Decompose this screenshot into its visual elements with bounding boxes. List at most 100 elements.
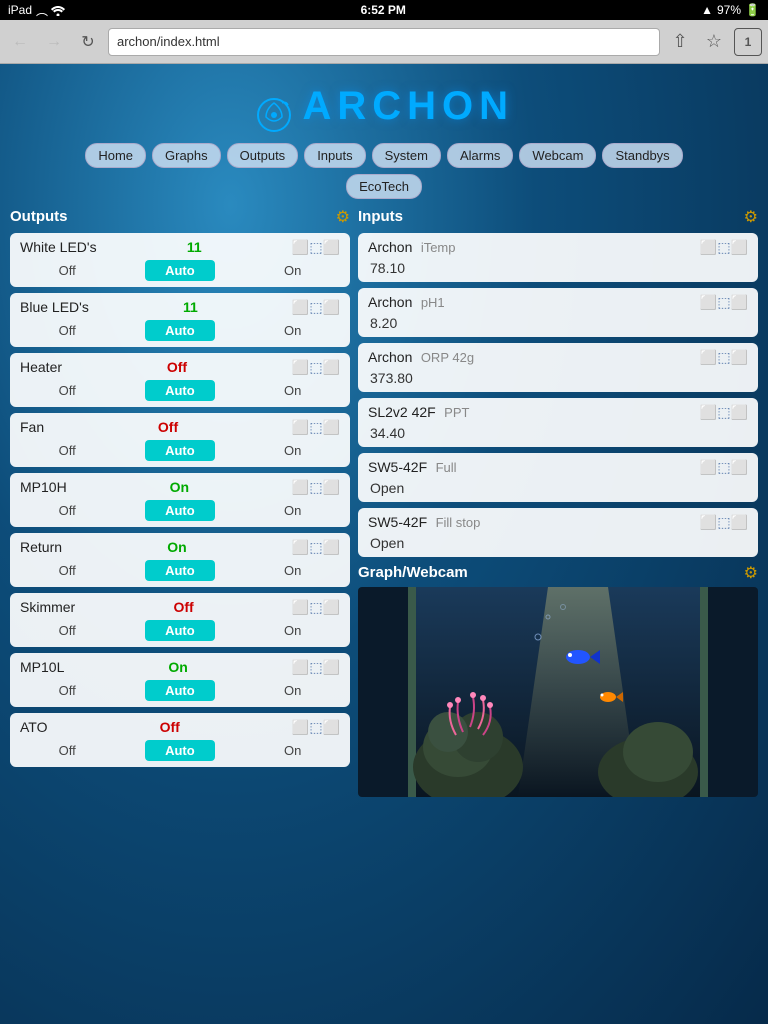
output-on-btn[interactable]: On: [276, 741, 309, 760]
output-on-btn[interactable]: On: [276, 321, 309, 340]
input-sub: Fill stop: [436, 515, 481, 530]
nav-outputs[interactable]: Outputs: [227, 143, 299, 168]
back-button[interactable]: ←: [6, 28, 34, 56]
graph-gear-icon[interactable]: ⚙: [744, 563, 758, 583]
output-auto-btn[interactable]: Auto: [145, 620, 215, 641]
output-auto-btn[interactable]: Auto: [145, 500, 215, 521]
output-on-btn[interactable]: On: [276, 441, 309, 460]
input-value: 373.80: [368, 370, 748, 386]
input-sub: pH1: [421, 295, 445, 310]
output-status: Off: [173, 599, 193, 615]
tuner-icon[interactable]: ⬜⬚⬜: [292, 719, 340, 736]
output-auto-btn[interactable]: Auto: [145, 380, 215, 401]
output-off-btn[interactable]: Off: [51, 501, 84, 520]
output-auto-btn[interactable]: Auto: [145, 740, 215, 761]
output-auto-btn[interactable]: Auto: [145, 560, 215, 581]
output-name: Return: [20, 539, 62, 555]
output-auto-btn[interactable]: Auto: [145, 680, 215, 701]
input-value: Open: [368, 535, 748, 551]
output-row-bottom: Off Auto On: [20, 320, 340, 341]
output-card-mp10l: MP10L On ⬜⬚⬜ Off Auto On: [10, 653, 350, 707]
share-button[interactable]: ⇧: [666, 28, 694, 56]
nav-alarms[interactable]: Alarms: [447, 143, 513, 168]
output-auto-btn[interactable]: Auto: [145, 320, 215, 341]
outputs-gear-icon[interactable]: ⚙: [336, 207, 350, 227]
output-row-bottom: Off Auto On: [20, 680, 340, 701]
output-off-btn[interactable]: Off: [51, 741, 84, 760]
tuner-icon[interactable]: ⬜⬚⬜: [292, 359, 340, 376]
signal-icon: ▲: [701, 3, 713, 17]
inputs-container: Archon iTemp ⬜⬚⬜ 78.10 Archon pH1 ⬜⬚⬜ 8.…: [358, 233, 758, 557]
nav-inputs[interactable]: Inputs: [304, 143, 365, 168]
url-input[interactable]: [108, 28, 660, 56]
output-auto-btn[interactable]: Auto: [145, 440, 215, 461]
input-card-1: Archon pH1 ⬜⬚⬜ 8.20: [358, 288, 758, 337]
nav-graphs[interactable]: Graphs: [152, 143, 221, 168]
battery-icon: 🔋: [745, 3, 760, 17]
output-on-btn[interactable]: On: [276, 621, 309, 640]
inputs-gear-icon[interactable]: ⚙: [744, 207, 758, 227]
bookmark-button[interactable]: ☆: [700, 28, 728, 56]
output-name: Fan: [20, 419, 44, 435]
output-row-top: MP10H On ⬜⬚⬜: [20, 479, 340, 496]
output-status: Off: [158, 419, 178, 435]
output-off-btn[interactable]: Off: [51, 321, 84, 340]
output-card-whiteled's: White LED's 11 ⬜⬚⬜ Off Auto On: [10, 233, 350, 287]
output-on-btn[interactable]: On: [276, 381, 309, 400]
tuner-icon[interactable]: ⬜⬚⬜: [292, 299, 340, 316]
output-name: MP10H: [20, 479, 67, 495]
nav-bar: Home Graphs Outputs Inputs System Alarms…: [10, 143, 758, 168]
input-sub: ORP 42g: [421, 350, 474, 365]
output-row-top: Blue LED's 11 ⬜⬚⬜: [20, 299, 340, 316]
ipad-label: iPad: [8, 3, 32, 17]
nav-webcam[interactable]: Webcam: [519, 143, 596, 168]
nav-ecotech[interactable]: EcoTech: [346, 174, 422, 199]
tuner-icon[interactable]: ⬜⬚⬜: [292, 239, 340, 256]
tuner-icon[interactable]: ⬜⬚⬜: [292, 659, 340, 676]
input-tuner-icon[interactable]: ⬜⬚⬜: [700, 239, 748, 256]
output-off-btn[interactable]: Off: [51, 681, 84, 700]
output-status: On: [168, 659, 187, 675]
nav-home[interactable]: Home: [85, 143, 146, 168]
input-row-top: Archon iTemp ⬜⬚⬜: [368, 239, 748, 257]
output-off-btn[interactable]: Off: [51, 561, 84, 580]
output-auto-btn[interactable]: Auto: [145, 260, 215, 281]
input-tuner-icon[interactable]: ⬜⬚⬜: [700, 294, 748, 311]
graph-image[interactable]: [358, 587, 758, 797]
nav-system[interactable]: System: [372, 143, 441, 168]
input-tuner-icon[interactable]: ⬜⬚⬜: [700, 404, 748, 421]
output-off-btn[interactable]: Off: [51, 621, 84, 640]
tuner-icon[interactable]: ⬜⬚⬜: [292, 539, 340, 556]
output-row-top: Return On ⬜⬚⬜: [20, 539, 340, 556]
tuner-icon[interactable]: ⬜⬚⬜: [292, 419, 340, 436]
input-source-name: SW5-42F Fill stop: [368, 514, 480, 532]
tuner-icon[interactable]: ⬜⬚⬜: [292, 479, 340, 496]
output-off-btn[interactable]: Off: [51, 381, 84, 400]
output-on-btn[interactable]: On: [276, 681, 309, 700]
input-source-name: Archon ORP 42g: [368, 349, 474, 367]
output-on-btn[interactable]: On: [276, 561, 309, 580]
nav-standbys[interactable]: Standbys: [602, 143, 682, 168]
output-status: On: [167, 539, 186, 555]
graph-title: Graph/Webcam: [358, 564, 468, 581]
tuner-icon[interactable]: ⬜⬚⬜: [292, 599, 340, 616]
output-off-btn[interactable]: Off: [51, 261, 84, 280]
refresh-button[interactable]: ↻: [74, 28, 102, 56]
input-source-name: SW5-42F Full: [368, 459, 457, 477]
input-tuner-icon[interactable]: ⬜⬚⬜: [700, 514, 748, 531]
output-row-top: Fan Off ⬜⬚⬜: [20, 419, 340, 436]
tab-count[interactable]: 1: [734, 28, 762, 56]
output-on-btn[interactable]: On: [276, 501, 309, 520]
output-card-ato: ATO Off ⬜⬚⬜ Off Auto On: [10, 713, 350, 767]
output-off-btn[interactable]: Off: [51, 441, 84, 460]
input-row-top: SW5-42F Full ⬜⬚⬜: [368, 459, 748, 477]
output-card-fan: Fan Off ⬜⬚⬜ Off Auto On: [10, 413, 350, 467]
input-tuner-icon[interactable]: ⬜⬚⬜: [700, 459, 748, 476]
forward-button[interactable]: →: [40, 28, 68, 56]
input-tuner-icon[interactable]: ⬜⬚⬜: [700, 349, 748, 366]
nav-bar-secondary: EcoTech: [10, 174, 758, 199]
output-card-blueled's: Blue LED's 11 ⬜⬚⬜ Off Auto On: [10, 293, 350, 347]
output-on-btn[interactable]: On: [276, 261, 309, 280]
output-name: Skimmer: [20, 599, 75, 615]
output-name: Blue LED's: [20, 299, 89, 315]
